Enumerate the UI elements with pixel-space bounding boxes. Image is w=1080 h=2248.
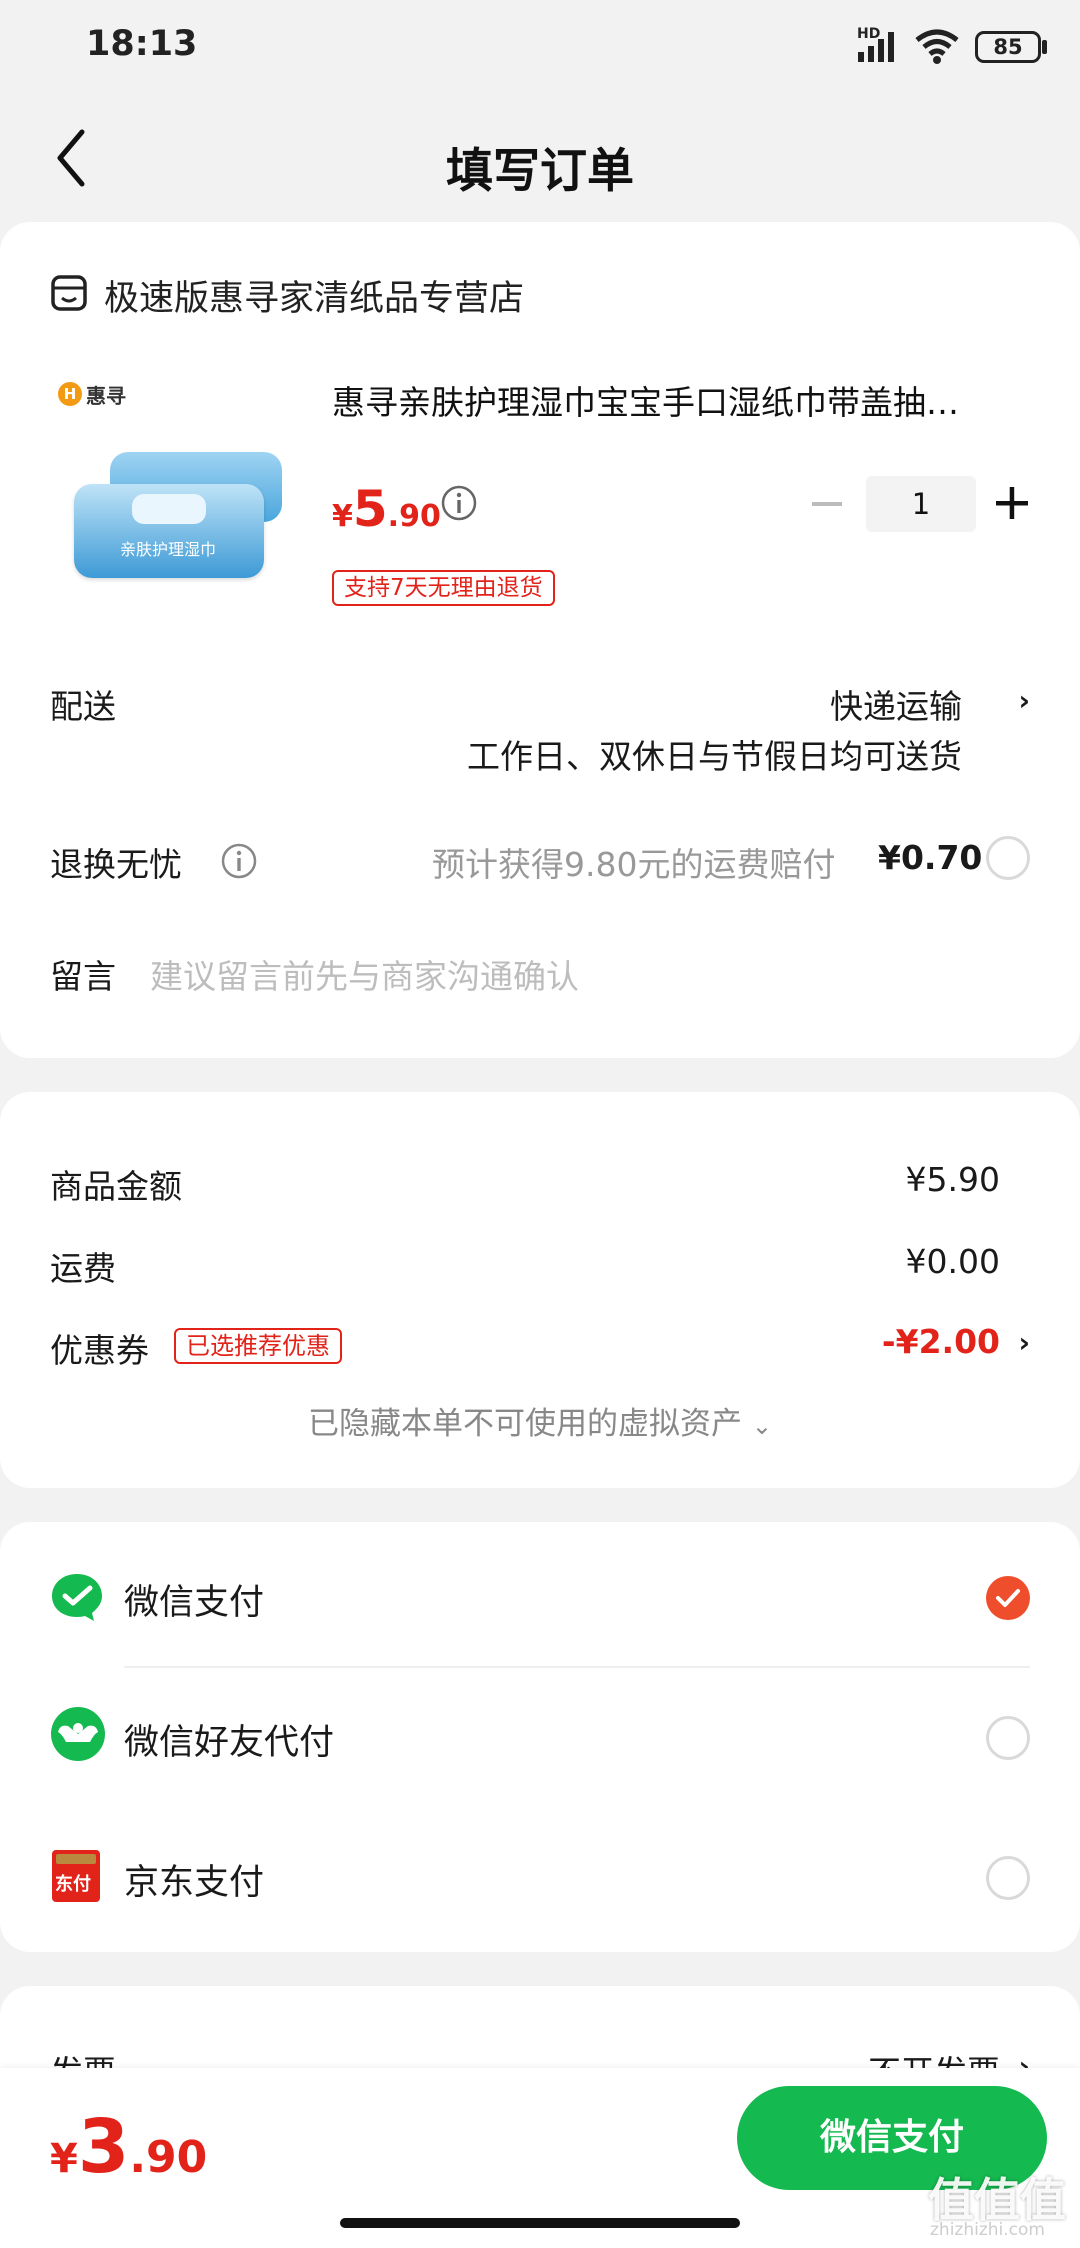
- total-price-decimal: .90: [129, 2132, 208, 2183]
- jd-pay-icon-top: [56, 1854, 96, 1864]
- summary-card: 商品金额 ¥5.90 运费 ¥0.00 优惠券 已选推荐优惠 -¥2.00 › …: [0, 1092, 1080, 1488]
- battery-cap: [1042, 40, 1047, 54]
- coupon-value[interactable]: -¥2.00: [882, 1322, 1000, 1361]
- wipes-pack-front: 亲肤护理湿巾: [74, 484, 264, 578]
- price-info-icon[interactable]: [440, 484, 478, 522]
- product-image-brand: 惠寻: [86, 384, 126, 408]
- store-icon[interactable]: [50, 274, 88, 312]
- payment-option-jd-pay[interactable]: 东付 京东支付: [0, 1806, 1080, 1946]
- watermark-url: zhizhizhi.com: [930, 2220, 1045, 2240]
- battery-level: 85: [993, 35, 1023, 59]
- quantity-value: 1: [911, 487, 931, 521]
- price-symbol: ¥: [332, 499, 353, 534]
- store-name[interactable]: 极速版惠寻家清纸品专营店: [104, 270, 524, 321]
- check-icon: [996, 1589, 1020, 1607]
- return-insurance-radio[interactable]: [986, 836, 1030, 880]
- status-bar: 18:13 HD 85: [0, 0, 1080, 90]
- message-label: 留言: [50, 957, 116, 996]
- total-price-symbol: ¥: [50, 2136, 78, 2182]
- jd-pay-label: 京东支付: [124, 1863, 265, 1903]
- nav-bar: 填写订单: [0, 90, 1080, 220]
- chevron-down-icon: ⌄: [751, 1412, 772, 1440]
- delivery-label: 配送: [50, 687, 116, 726]
- quantity-minus-button[interactable]: [812, 502, 842, 506]
- order-card: 极速版惠寻家清纸品专营店 H 惠寻 亲肤护理湿巾 惠寻亲肤护理湿巾宝宝手口湿纸巾…: [0, 222, 1080, 1058]
- coupon-chevron-icon[interactable]: ›: [1018, 1326, 1030, 1359]
- coupon-label: 优惠券: [50, 1331, 149, 1370]
- page-title: 填写订单: [446, 144, 634, 199]
- product-price: ¥5.90: [332, 480, 441, 538]
- wechat-pay-icon: [52, 1574, 102, 1621]
- friend-pay-label: 微信好友代付: [124, 1723, 335, 1763]
- hidden-assets-text: 已隐藏本单不可使用的虚拟资产: [308, 1406, 743, 1442]
- friend-pay-radio[interactable]: [986, 1716, 1030, 1760]
- brand-logo-icon: H: [58, 382, 82, 406]
- jd-pay-icon: 东付: [52, 1850, 100, 1902]
- total-price: ¥3.90: [50, 2104, 207, 2190]
- wechat-friend-pay-icon: [51, 1707, 105, 1761]
- product-image[interactable]: H 惠寻 亲肤护理湿巾: [50, 362, 290, 602]
- battery-icon: 85: [975, 31, 1041, 63]
- quantity-field[interactable]: 1: [866, 476, 976, 532]
- goods-amount-label: 商品金额: [50, 1167, 182, 1206]
- price-integer: 5: [352, 480, 388, 538]
- hidden-assets-toggle[interactable]: 已隐藏本单不可使用的虚拟资产 ⌄: [0, 1398, 1080, 1443]
- return-policy-tag: 支持7天无理由退货: [332, 570, 555, 606]
- quantity-plus-button[interactable]: [996, 487, 1028, 519]
- coupon-tag: 已选推荐优惠: [174, 1328, 342, 1364]
- wifi-icon: [915, 29, 959, 64]
- message-input[interactable]: 建议留言前先与商家沟通确认: [150, 950, 579, 998]
- goods-amount-value: ¥5.90: [905, 1160, 1000, 1199]
- delivery-chevron-icon[interactable]: ›: [1018, 684, 1030, 717]
- pack-lid: [132, 494, 206, 524]
- wechat-pay-label: 微信支付: [124, 1583, 265, 1623]
- shipping-value: ¥0.00: [905, 1242, 1000, 1281]
- home-indicator: [340, 2218, 740, 2228]
- delivery-method[interactable]: 快递运输: [830, 680, 962, 728]
- return-insurance-desc: 预计获得9.80元的运费赔付: [432, 845, 836, 884]
- total-price-integer: 3: [77, 2104, 130, 2190]
- product-title[interactable]: 惠寻亲肤护理湿巾宝宝手口湿纸巾带盖抽…: [332, 376, 959, 424]
- return-insurance-label: 退换无忧: [50, 845, 182, 884]
- status-time: 18:13: [86, 24, 198, 64]
- shipping-label: 运费: [50, 1249, 116, 1288]
- jd-pay-icon-text: 东付: [55, 1874, 91, 1895]
- delivery-note: 工作日、双休日与节假日均可送货: [467, 737, 962, 776]
- payment-option-wechat[interactable]: 微信支付: [0, 1522, 1080, 1662]
- payment-option-friend-pay[interactable]: 微信好友代付: [0, 1668, 1080, 1802]
- return-insurance-price: ¥0.70: [878, 838, 983, 877]
- jd-pay-radio[interactable]: [986, 1856, 1030, 1900]
- signal-icon: [858, 32, 894, 62]
- wechat-pay-radio-selected[interactable]: [986, 1576, 1030, 1620]
- payment-card: 微信支付 微信好友代付 东付 京东支付: [0, 1522, 1080, 1952]
- price-decimal: .90: [387, 499, 441, 534]
- return-insurance-info-icon[interactable]: [220, 842, 258, 880]
- pack-label: 亲肤护理湿巾: [120, 540, 217, 559]
